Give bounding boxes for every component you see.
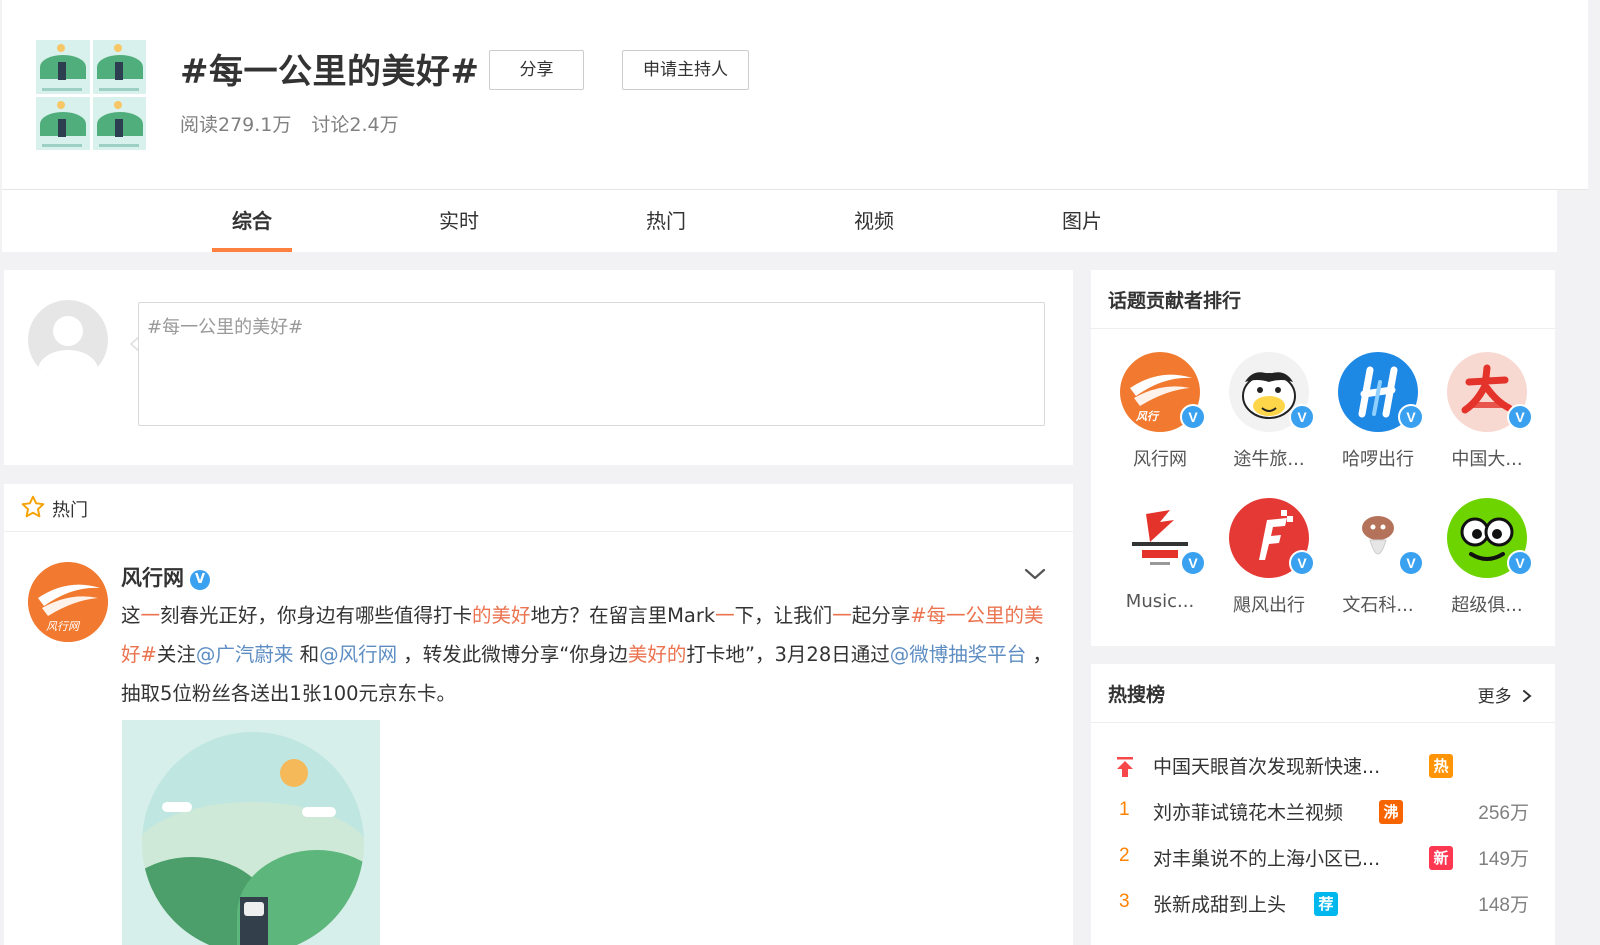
mention-link[interactable]: @微博抽奖平台 (890, 643, 1027, 666)
post-author-avatar[interactable]: 风行网 (28, 562, 108, 642)
post-text: 这一刻春光正好，你身边有哪些值得打卡的美好地方？在留言里Mark一下，让我们一起… (121, 596, 1056, 713)
post-image[interactable] (122, 720, 380, 945)
contributor-ranking-card: 话题贡献者排行 风行 V 风行网 V 途牛旅... V 哈啰出行 V 中国大..… (1091, 270, 1555, 646)
read-count: 阅读279.1万 (180, 114, 292, 136)
post-author-name[interactable]: 风行网 V (121, 562, 210, 592)
fengxing-logo-icon: 风行网 (28, 562, 108, 642)
contributor-item[interactable]: 风行 V 风行网 (1106, 352, 1214, 471)
discussion-count: 讨论2.4万 (311, 114, 399, 136)
compose-input[interactable] (138, 302, 1045, 426)
tab-pictures[interactable]: 图片 (1030, 190, 1134, 252)
verified-icon: V (1180, 550, 1206, 576)
contributor-item[interactable]: V 途牛旅... (1215, 352, 1323, 471)
chevron-down-icon[interactable] (1022, 564, 1048, 584)
post-text-segment: ，转发此微博分享“你身边 (397, 643, 628, 666)
highlight-text: 的美好 (472, 604, 531, 627)
apply-host-button[interactable]: 申请主持人 (622, 50, 749, 90)
verified-icon: V (1398, 404, 1424, 430)
verified-icon: V (1507, 404, 1533, 430)
svg-text:风行: 风行 (1135, 410, 1160, 423)
post-text-segment: 打卡地”，3月28日通过 (686, 643, 890, 666)
highlight-text: 一 (715, 604, 735, 627)
svg-text:风行网: 风行网 (46, 620, 81, 633)
pinned-top-icon (1117, 757, 1133, 777)
mention-link[interactable]: @广汽蔚来 (196, 643, 294, 666)
post-text-segment: 下，让我们 (734, 604, 833, 627)
share-button[interactable]: 分享 (489, 50, 584, 90)
post-text-segment: 起分享 (851, 604, 911, 627)
mention-link[interactable]: @风行网 (319, 643, 397, 666)
tab-comprehensive[interactable]: 综合 (200, 190, 304, 252)
post-text-segment: 和 (293, 643, 320, 666)
contributor-item[interactable]: V 哈啰出行 (1324, 352, 1432, 471)
more-link[interactable]: 更多 (1478, 682, 1533, 707)
verified-icon: V (1289, 550, 1315, 576)
tab-bar: 综合 实时 热门 视频 图片 (2, 190, 1557, 252)
user-avatar[interactable] (28, 300, 108, 380)
topic-title: #每一公里的美好# (180, 52, 480, 92)
post-text-segment: 关注 (156, 643, 196, 666)
hot-search-item[interactable]: 2 对丰巢说不的上海小区已... 新 149万 (1091, 840, 1555, 880)
hot-search-item[interactable]: 3 张新成甜到上头 荐 148万 (1091, 886, 1555, 926)
topic-header: #每一公里的美好# 分享 申请主持人 阅读279.1万 讨论2.4万 (2, 0, 1588, 190)
contributor-item[interactable]: V 超级俱... (1433, 498, 1541, 617)
topic-cover-image (36, 40, 146, 150)
tab-hot[interactable]: 热门 (614, 190, 718, 252)
topic-stats: 阅读279.1万 讨论2.4万 (180, 110, 399, 137)
recommended-tag-badge: 荐 (1314, 892, 1338, 916)
post-text-segment: 地方？在留言里Mark (530, 604, 716, 627)
hot-search-item[interactable]: 1 刘亦菲试镜花木兰视频 沸 256万 (1091, 794, 1555, 834)
contributor-item[interactable]: V Music... (1106, 498, 1214, 612)
new-tag-badge: 新 (1429, 846, 1453, 870)
feed-section-header: 热门 (4, 484, 1073, 532)
contributor-item[interactable]: V 飓风出行 (1215, 498, 1323, 617)
verified-icon: V (1507, 550, 1533, 576)
hot-search-title: 热搜榜 (1108, 684, 1166, 706)
feed-card: 热门 风行网 风行网 V 这一刻春光正好，你身边有哪些值得打卡的美好地方？在留言里… (4, 484, 1073, 945)
post-composer (4, 270, 1073, 465)
highlight-text: 美好的 (627, 643, 687, 666)
star-icon (21, 495, 45, 518)
verified-icon: V (1180, 404, 1206, 430)
highlight-text: 一 (140, 604, 161, 627)
verified-icon: V (1289, 404, 1315, 430)
contributor-item[interactable]: V 文石科... (1324, 498, 1432, 617)
hot-tag-badge: 热 (1429, 754, 1453, 778)
post-text-segment: 刻春光正好，你身边有哪些值得打卡 (160, 604, 473, 627)
post-text-segment: 这 (121, 604, 141, 627)
verified-icon: V (190, 570, 210, 590)
hot-search-item[interactable]: 中国天眼首次发现新快速... 热 (1091, 748, 1555, 788)
feed-section-label: 热门 (52, 500, 88, 521)
chevron-right-icon (1523, 690, 1532, 702)
verified-icon: V (1398, 550, 1424, 576)
hot-search-card: 热搜榜 更多 中国天眼首次发现新快速... 热 1 刘亦菲试镜花木兰视频 沸 2… (1091, 664, 1555, 945)
tab-video[interactable]: 视频 (822, 190, 926, 252)
highlight-text: 一 (832, 604, 852, 627)
contributor-item[interactable]: V 中国大... (1433, 352, 1541, 471)
boiling-tag-badge: 沸 (1379, 800, 1403, 824)
tab-realtime[interactable]: 实时 (407, 190, 511, 252)
contributor-ranking-title: 话题贡献者排行 (1108, 290, 1242, 312)
